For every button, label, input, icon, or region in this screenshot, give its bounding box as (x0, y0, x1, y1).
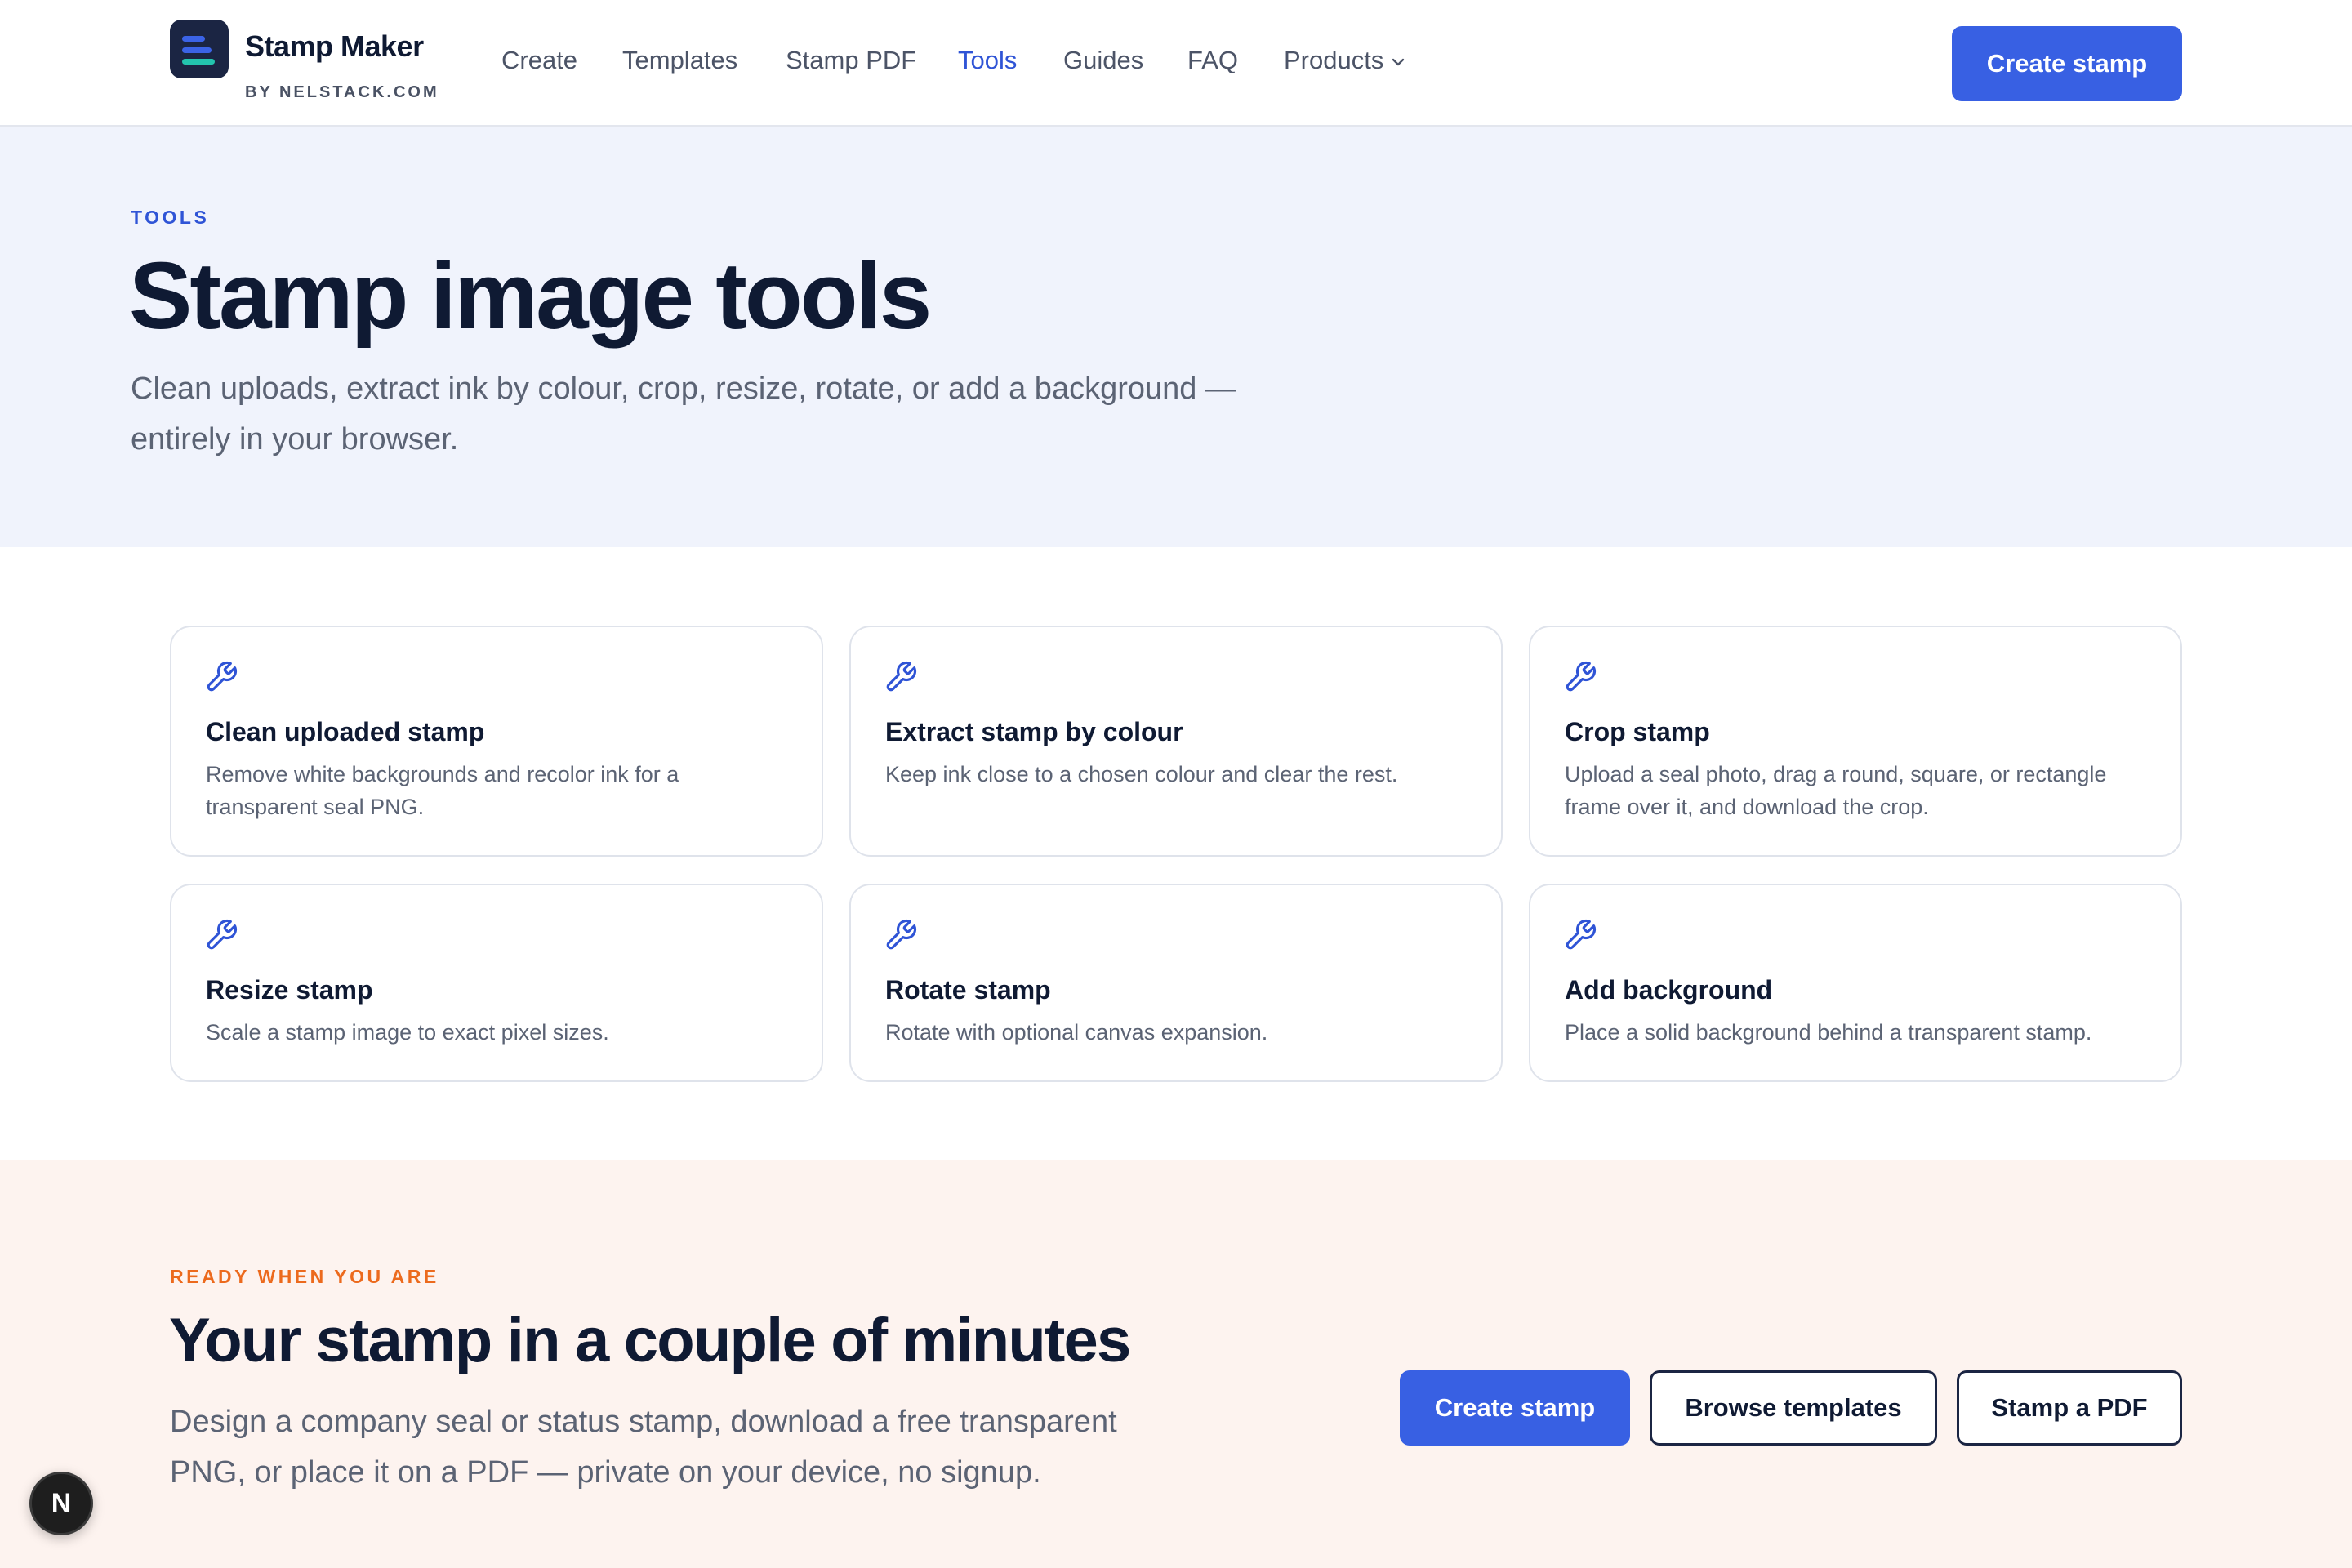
tool-card-desc: Keep ink close to a chosen colour and cl… (885, 762, 1398, 786)
tool-card-desc: Scale a stamp image to exact pixel sizes… (206, 1020, 609, 1045)
tool-card-title: Crop stamp (1565, 717, 1710, 746)
wrench-icon (886, 919, 917, 950)
cta-create-stamp-button[interactable]: Create stamp (1400, 1370, 1630, 1446)
tool-card-desc: Upload a seal photo, drag a round, squar… (1565, 762, 2107, 819)
stamp-a-pdf-button[interactable]: Stamp a PDF (1957, 1370, 2182, 1446)
tool-card-rotate[interactable]: Rotate stamp Rotate with optional canvas… (849, 884, 1503, 1082)
site-header: Stamp Maker BY NELSTACK.COM Create Templ… (0, 0, 2352, 127)
nav-products-dropdown[interactable]: Products (1284, 46, 1408, 75)
wrench-icon (1566, 661, 1597, 692)
wrench-icon (886, 661, 917, 692)
tool-card-title: Resize stamp (206, 975, 373, 1004)
hero-section: TOOLS Stamp image tools Clean uploads, e… (0, 127, 2352, 547)
tool-card-title: Clean uploaded stamp (206, 717, 485, 746)
nav-create[interactable]: Create (501, 46, 577, 75)
brand-name: Stamp Maker (245, 29, 424, 63)
nav-stamp-pdf[interactable]: Stamp PDF (786, 46, 916, 75)
tool-card-title: Add background (1565, 975, 1773, 1004)
cta-section: READY WHEN YOU ARE Your stamp in a coupl… (0, 1160, 2352, 1568)
tool-card-extract[interactable]: Extract stamp by colour Keep ink close t… (849, 626, 1503, 857)
tool-card-resize[interactable]: Resize stamp Scale a stamp image to exac… (170, 884, 823, 1082)
wrench-icon (1566, 919, 1597, 950)
tool-card-desc: Remove white backgrounds and recolor ink… (206, 762, 679, 819)
nav-tools[interactable]: Tools (958, 46, 1017, 75)
page-title: Stamp image tools (129, 243, 932, 349)
tool-card-crop[interactable]: Crop stamp Upload a seal photo, drag a r… (1529, 626, 2182, 857)
wrench-icon (207, 919, 238, 950)
stamp-maker-logo-icon (170, 20, 229, 78)
nav-guides[interactable]: Guides (1063, 46, 1143, 75)
cta-eyebrow: READY WHEN YOU ARE (170, 1266, 439, 1287)
hero-eyebrow: TOOLS (131, 207, 210, 228)
tool-card-desc: Place a solid background behind a transp… (1565, 1020, 2092, 1045)
floating-n-badge[interactable]: N (29, 1472, 93, 1535)
tool-card-desc: Rotate with optional canvas expansion. (885, 1020, 1268, 1045)
hero-subtitle: Clean uploads, extract ink by colour, cr… (131, 372, 1236, 457)
header-create-stamp-button[interactable]: Create stamp (1952, 26, 2182, 101)
tool-card-title: Extract stamp by colour (885, 717, 1183, 746)
chevron-down-icon (1392, 58, 1405, 66)
cta-title: Your stamp in a couple of minutes (169, 1306, 1131, 1375)
nav-faq[interactable]: FAQ (1187, 46, 1238, 75)
tool-card-title: Rotate stamp (885, 975, 1051, 1004)
brand-byline: BY NELSTACK.COM (245, 83, 439, 101)
tool-card-add-background[interactable]: Add background Place a solid background … (1529, 884, 2182, 1082)
cta-subtitle: Design a company seal or status stamp, d… (170, 1405, 1117, 1490)
wrench-icon (207, 661, 238, 692)
nav-templates[interactable]: Templates (622, 46, 737, 75)
nav-products-label: Products (1284, 46, 1384, 74)
browse-templates-button[interactable]: Browse templates (1650, 1370, 1937, 1446)
tool-card-clean[interactable]: Clean uploaded stamp Remove white backgr… (170, 626, 823, 857)
